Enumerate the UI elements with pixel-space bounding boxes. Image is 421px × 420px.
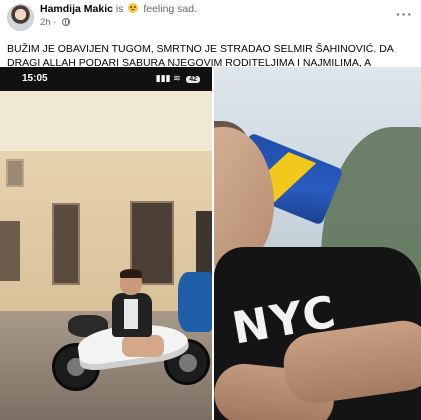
status-icons: ▮▮▮ ≋ 42 (156, 73, 200, 84)
feeling-prefix: is (115, 3, 124, 15)
phone-status-bar: 15:05 ▮▮▮ ≋ 42 (0, 67, 212, 91)
post-timestamp[interactable]: 2h (40, 17, 51, 28)
post-photos: 15:05 ▮▮▮ ≋ 42 NYC (0, 67, 421, 420)
rider-torso (112, 293, 152, 337)
author-avatar[interactable] (7, 4, 34, 31)
motorcycle-rider (48, 269, 212, 405)
window (6, 159, 24, 187)
post-header: Hamdija Makic is feeling sad. 2h · ··· (0, 0, 421, 40)
feeling-text: feeling sad. (143, 3, 198, 15)
more-options-icon[interactable]: ··· (396, 6, 413, 22)
post-meta: 2h · (40, 17, 71, 28)
doorway (52, 203, 80, 285)
photo-story-screenshot[interactable]: 15:05 ▮▮▮ ≋ 42 (0, 67, 212, 420)
author-line: Hamdija Makic is feeling sad. (40, 3, 197, 15)
globe-icon (62, 18, 71, 26)
signal-wifi-icon: ▮▮▮ ≋ (155, 73, 181, 83)
status-time: 15:05 (22, 73, 48, 84)
author-name[interactable]: Hamdija Makic (40, 3, 113, 15)
garage-door (0, 221, 20, 281)
rider-legs (122, 335, 164, 357)
battery-icon: 42 (186, 76, 200, 83)
meta-separator: · (53, 17, 57, 28)
story-background (0, 91, 212, 151)
photo-portrait[interactable]: NYC (214, 67, 421, 420)
sad-emoji-icon (128, 3, 139, 13)
rider-head (120, 269, 142, 295)
